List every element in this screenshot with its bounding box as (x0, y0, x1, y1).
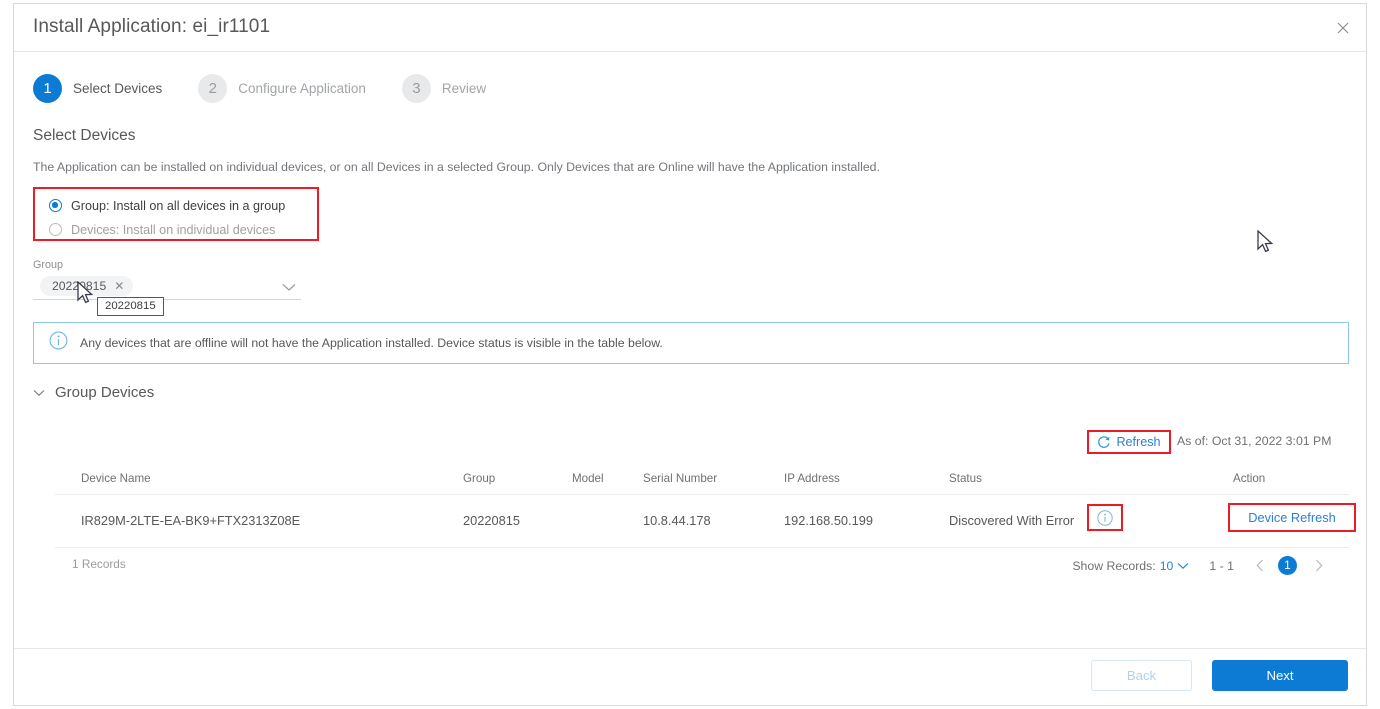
step-label: Select Devices (73, 81, 163, 96)
close-icon[interactable] (1333, 18, 1353, 38)
step-label: Configure Application (238, 81, 366, 96)
step-number: 2 (198, 74, 228, 103)
step-number: 3 (401, 74, 431, 103)
radio-option-devices-label: Devices: Install on individual devices (71, 222, 276, 237)
step-number: 1 (33, 74, 62, 103)
group-chip-tooltip: 20220815 (97, 297, 164, 316)
device-refresh-button[interactable]: Device Refresh (1228, 503, 1356, 532)
records-count: 1 Records (72, 557, 126, 571)
refresh-icon (1097, 435, 1111, 449)
install-target-radio-group: Group: Install on all devices in a group… (33, 187, 319, 241)
chevron-left-icon[interactable] (1256, 559, 1264, 572)
cell-device-name: IR829M-2LTE-EA-BK9+FTX2313Z08E (81, 513, 301, 528)
column-header-ip-address: IP Address (784, 472, 840, 485)
chevron-down-icon[interactable] (282, 279, 296, 297)
radio-option-devices[interactable]: Devices: Install on individual devices (49, 219, 317, 240)
step-label: Review (441, 81, 487, 96)
step-configure-application[interactable]: 2 Configure Application (198, 74, 366, 103)
refresh-button[interactable]: Refresh (1087, 430, 1171, 454)
column-header-status: Status (949, 472, 982, 485)
group-select-field: Group 20220815 ✕ 20220815 (33, 259, 301, 316)
info-circle-icon (49, 331, 68, 355)
group-devices-section-header[interactable]: Group Devices (33, 384, 154, 401)
refresh-label: Refresh (1116, 435, 1161, 449)
cell-ip-address: 192.168.50.199 (784, 513, 873, 528)
info-circle-icon (1097, 509, 1113, 526)
screen: Install Application: ei_ir1101 1 Select … (0, 0, 1380, 709)
step-review[interactable]: 3 Review (401, 74, 487, 103)
page-number-1[interactable]: 1 (1278, 556, 1297, 575)
chevron-down-icon[interactable] (33, 389, 45, 397)
next-button[interactable]: Next (1212, 660, 1348, 691)
dialog-header: Install Application: ei_ir1101 (14, 4, 1366, 52)
column-header-device-name: Device Name (81, 472, 151, 485)
show-records-label: Show Records: (1072, 558, 1156, 573)
column-header-model: Model (572, 472, 604, 485)
step-select-devices[interactable]: 1 Select Devices (33, 74, 162, 103)
radio-option-group[interactable]: Group: Install on all devices in a group (49, 195, 317, 216)
section-title: Select Devices (33, 127, 136, 144)
table-header-row: Device Name Group Model Serial Number IP… (55, 466, 1349, 495)
group-chip-label: 20220815 (52, 279, 107, 293)
record-range: 1 - 1 (1209, 558, 1234, 573)
wizard-stepper: 1 Select Devices 2 Configure Application… (33, 74, 522, 103)
back-button[interactable]: Back (1091, 660, 1192, 691)
section-description: The Application can be installed on indi… (33, 160, 880, 174)
column-header-group: Group (463, 472, 496, 485)
dialog-footer: Back Next (14, 648, 1366, 705)
group-select-label: Group (33, 259, 64, 271)
chevron-down-icon[interactable] (1177, 562, 1189, 570)
device-refresh-label: Device Refresh (1248, 510, 1336, 525)
column-header-action: Action (1233, 472, 1266, 485)
status-info-button[interactable] (1087, 504, 1123, 531)
table-row[interactable]: IR829M-2LTE-EA-BK9+FTX2313Z08E 20220815 … (55, 495, 1356, 548)
column-header-serial-number: Serial Number (643, 472, 718, 485)
mouse-cursor-secondary (1257, 229, 1275, 260)
install-application-dialog: Install Application: ei_ir1101 1 Select … (13, 3, 1367, 706)
show-records-value[interactable]: 10 (1160, 559, 1174, 573)
radio-selected-icon (49, 199, 62, 212)
radio-option-group-label: Group: Install on all devices in a group (71, 198, 286, 213)
radio-unselected-icon (49, 223, 62, 236)
as-of-timestamp: As of: Oct 31, 2022 3:01 PM (1177, 434, 1332, 448)
group-select-control[interactable]: 20220815 ✕ (33, 276, 301, 300)
group-devices-title: Group Devices (55, 384, 155, 401)
info-banner-text: Any devices that are offline will not ha… (80, 336, 663, 350)
chevron-right-icon[interactable] (1315, 559, 1323, 572)
offline-devices-info-banner: Any devices that are offline will not ha… (33, 322, 1349, 364)
group-chip[interactable]: 20220815 ✕ (40, 276, 134, 296)
pagination: Show Records: 10 1 - 1 1 (1072, 556, 1323, 575)
close-icon[interactable]: ✕ (114, 279, 124, 293)
devices-table: Device Name Group Model Serial Number IP… (55, 466, 1356, 548)
cell-status: Discovered With Error (949, 513, 1075, 528)
page-title: Install Application: ei_ir1101 (33, 16, 271, 37)
cell-group: 20220815 (463, 513, 520, 528)
cell-serial-number: 10.8.44.178 (643, 513, 711, 528)
